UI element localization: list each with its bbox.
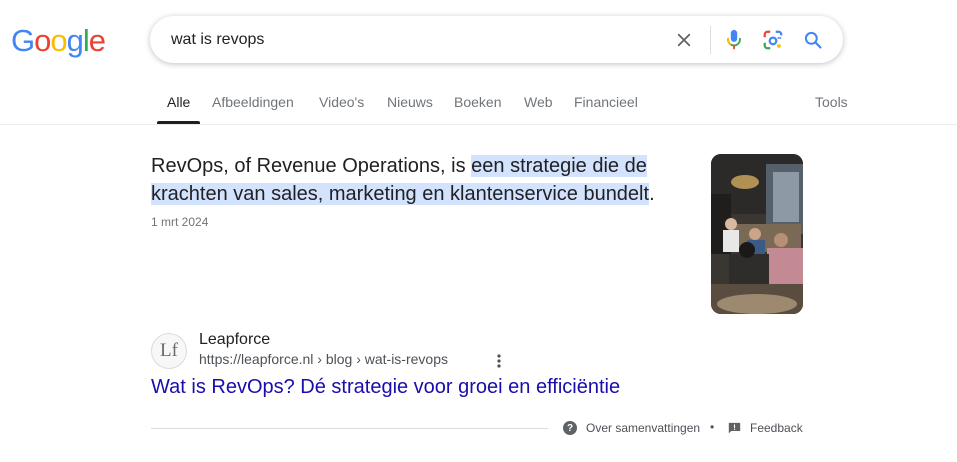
leapforce-favicon[interactable]: Lf [151, 333, 187, 369]
tools-button[interactable]: Tools [815, 94, 848, 110]
snippet-suffix: . [649, 183, 655, 205]
tab-boeken[interactable]: Boeken [454, 94, 501, 110]
feedback-button[interactable]: Feedback [728, 421, 803, 435]
search-box [150, 16, 843, 63]
about-snippets-label: Over samenvattingen [586, 421, 701, 435]
microphone-icon[interactable] [721, 27, 747, 53]
footer-separator: • [710, 420, 715, 434]
search-icon[interactable] [800, 27, 826, 53]
snippet-prefix: RevOps, of Revenue Operations, is [151, 155, 472, 177]
google-logo[interactable]: Google [11, 23, 106, 58]
logo-letter-g2: g [66, 23, 84, 58]
feedback-label: Feedback [750, 421, 803, 435]
tab-afbeeldingen[interactable]: Afbeeldingen [212, 94, 294, 110]
favicon-text: Lf [160, 340, 178, 361]
logo-letter-o1: o [34, 23, 51, 58]
feedback-icon [728, 422, 741, 435]
footer-divider [151, 428, 548, 429]
logo-letter-o2: o [50, 23, 67, 58]
help-circle-icon: ? [563, 421, 577, 435]
featured-snippet-text: RevOps, of Revenue Operations, is een st… [151, 152, 691, 208]
active-tab-indicator [157, 121, 200, 124]
result-title-link[interactable]: Wat is RevOps? Dé strategie voor groei e… [151, 376, 620, 399]
tab-web[interactable]: Web [524, 94, 553, 110]
snippet-date: 1 mrt 2024 [151, 215, 209, 229]
tab-alle[interactable]: Alle [167, 94, 190, 110]
search-box-divider [710, 26, 711, 54]
search-input[interactable] [171, 16, 651, 63]
about-snippets-button[interactable]: ? Over samenvattingen [563, 421, 700, 435]
logo-letter-e: e [88, 23, 106, 58]
tab-financieel[interactable]: Financieel [574, 94, 638, 110]
tab-videos[interactable]: Video's [319, 94, 364, 110]
snippet-thumbnail-image[interactable] [711, 154, 803, 314]
close-icon[interactable] [671, 27, 697, 53]
result-site-name[interactable]: Leapforce [199, 331, 270, 349]
more-options-icon[interactable] [492, 352, 506, 370]
logo-letter-g: G [11, 23, 35, 58]
result-url[interactable]: https://leapforce.nl › blog › wat-is-rev… [199, 351, 448, 367]
google-lens-icon[interactable] [760, 27, 786, 53]
tab-nieuws[interactable]: Nieuws [387, 94, 433, 110]
search-tabs: Alle Afbeeldingen Video's Nieuws Boeken … [0, 82, 957, 125]
